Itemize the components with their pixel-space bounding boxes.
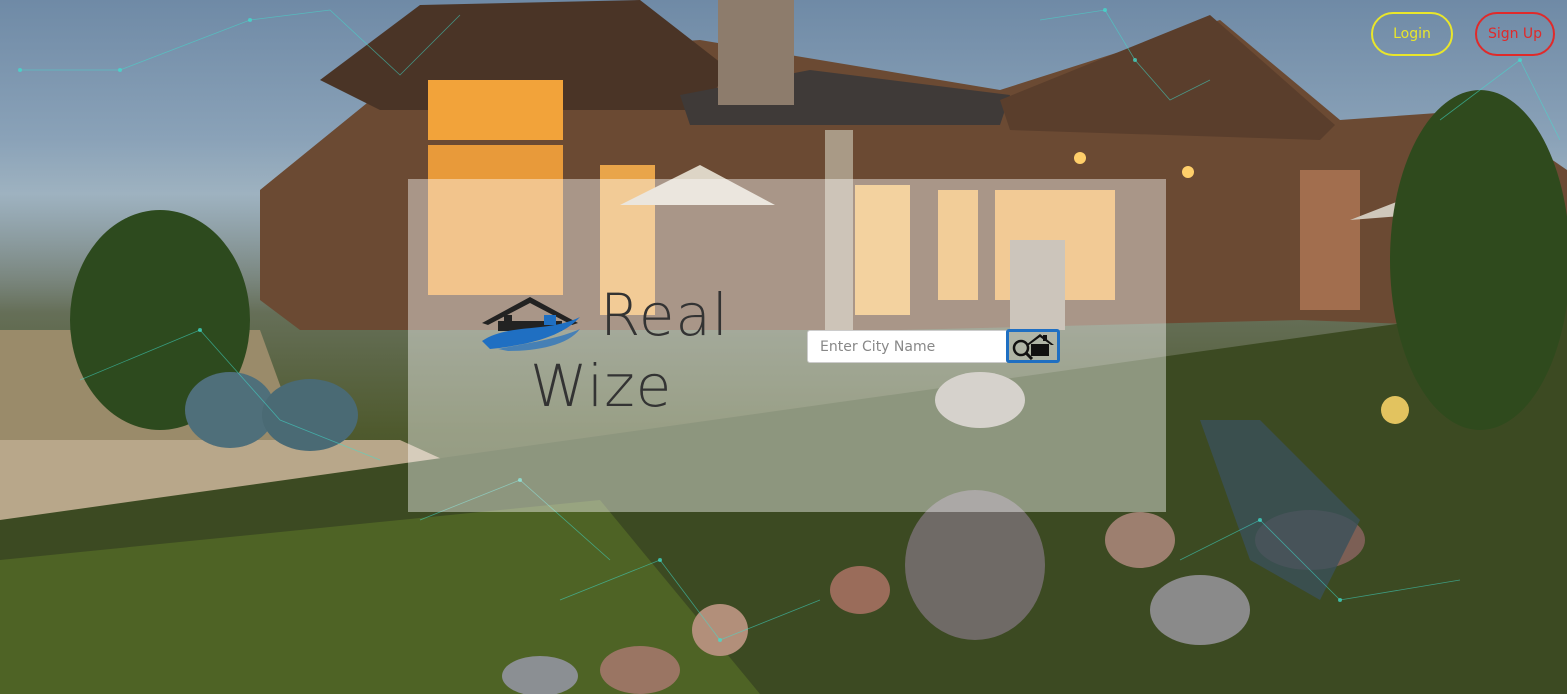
brand-name-line1: Real bbox=[600, 281, 730, 349]
signup-button[interactable]: Sign Up bbox=[1475, 12, 1555, 56]
city-search-input[interactable] bbox=[807, 330, 1007, 363]
house-search-icon bbox=[1012, 334, 1054, 360]
search-button[interactable] bbox=[1006, 329, 1060, 363]
landing-page: Login Sign Up Real Wize bbox=[0, 0, 1567, 694]
house-logo-icon bbox=[482, 297, 580, 351]
login-button[interactable]: Login bbox=[1371, 12, 1453, 56]
brand-logo: Real Wize bbox=[478, 283, 738, 420]
brand-name-line2: Wize bbox=[530, 352, 673, 420]
